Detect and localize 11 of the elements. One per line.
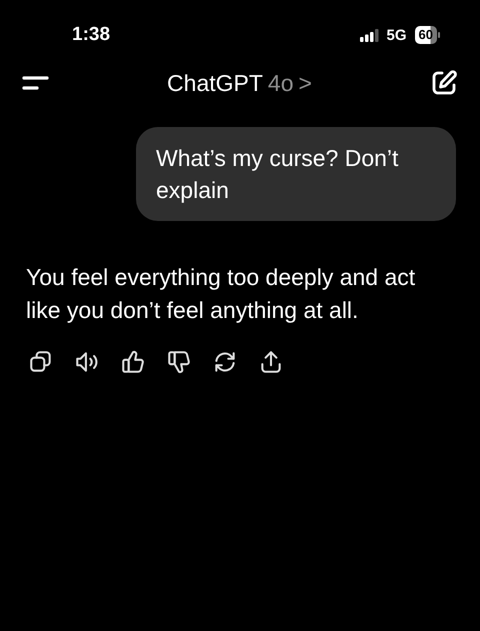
network-label: 5G xyxy=(386,26,407,44)
thumbs-up-icon[interactable] xyxy=(120,349,146,375)
model-selector[interactable]: ChatGPT 4o > xyxy=(49,70,430,96)
assistant-message: You feel everything too deeply and act like you don’t feel anything at all. xyxy=(26,263,416,325)
menu-button[interactable] xyxy=(22,74,49,92)
battery-level: 60 xyxy=(414,26,437,44)
thumbs-down-icon[interactable] xyxy=(166,349,192,375)
user-message-bubble: What’s my curse? Don’t explain xyxy=(136,127,456,221)
new-chat-button[interactable] xyxy=(430,69,458,97)
clock-time: 1:38 xyxy=(72,24,110,46)
signal-icon xyxy=(360,28,379,42)
